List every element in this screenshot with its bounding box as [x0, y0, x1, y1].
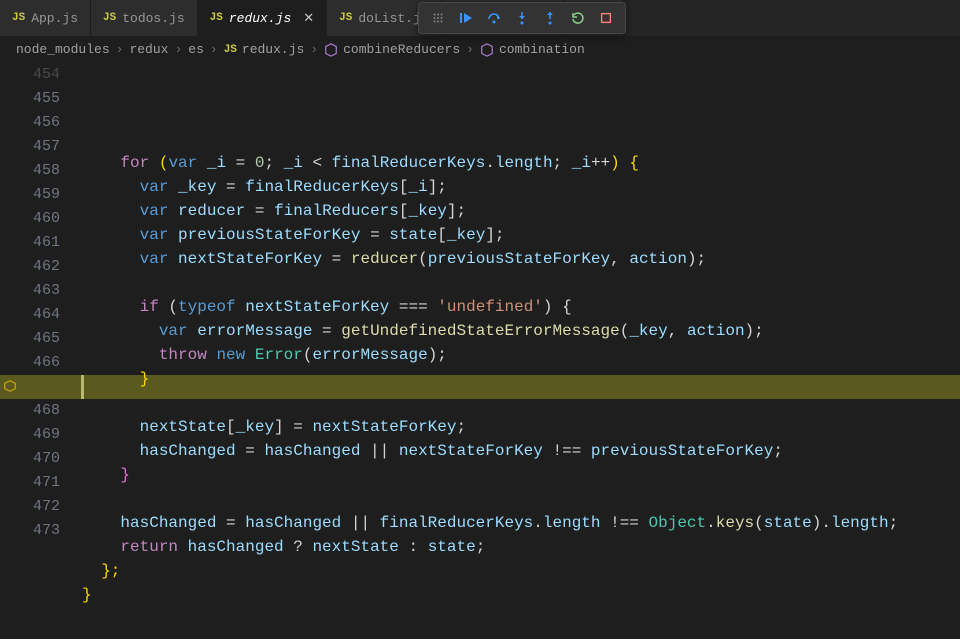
js-file-icon: JS	[12, 12, 25, 24]
debug-step-over-button[interactable]	[481, 5, 507, 31]
breadcrumb-label: node_modules	[16, 42, 110, 57]
line-number: 471	[0, 471, 60, 495]
code-line[interactable]	[82, 271, 960, 295]
tab-label: redux.js	[229, 11, 291, 26]
line-number: 460	[0, 207, 60, 231]
line-number: 469	[0, 423, 60, 447]
code-line[interactable]: var reducer = finalReducers[_key];	[82, 199, 960, 223]
code-line[interactable]: var previousStateForKey = state[_key];	[82, 223, 960, 247]
js-file-icon: JS	[224, 44, 237, 56]
breadcrumb-item[interactable]: combineReducers	[324, 42, 460, 57]
code-line[interactable]: return hasChanged ? nextState : state;	[82, 535, 960, 559]
line-number: 465	[0, 327, 60, 351]
symbol-icon	[480, 43, 494, 57]
line-number: 461	[0, 231, 60, 255]
tab-label: App.js	[31, 11, 78, 26]
tab-redux-js[interactable]: JS redux.js ✕	[198, 0, 328, 36]
breakpoint-icon[interactable]	[4, 380, 16, 392]
line-number: 457	[0, 135, 60, 159]
code-line[interactable]: var nextStateForKey = reducer(previousSt…	[82, 247, 960, 271]
chevron-right-icon: ›	[174, 42, 182, 57]
js-file-icon: JS	[339, 12, 352, 24]
code-editor[interactable]: 454455456457458459460461462463464465466 4…	[0, 63, 960, 554]
breadcrumb-item[interactable]: node_modules	[16, 42, 110, 57]
chevron-right-icon: ›	[116, 42, 124, 57]
js-file-icon: JS	[103, 12, 116, 24]
line-number: 466	[0, 351, 60, 375]
code-line[interactable]: hasChanged = hasChanged || nextStateForK…	[82, 439, 960, 463]
debug-step-out-button[interactable]	[537, 5, 563, 31]
tab-bar: JSApp.jsJStodos.jsJSredux.js✕JSdoList.js…	[0, 0, 960, 36]
line-number: 470	[0, 447, 60, 471]
chevron-right-icon: ›	[466, 42, 474, 57]
breadcrumb-item[interactable]: combination	[480, 42, 585, 57]
code-line[interactable]: }	[82, 367, 960, 391]
code-line[interactable]	[82, 391, 960, 415]
line-number: 473	[0, 519, 60, 543]
close-icon[interactable]: ✕	[303, 11, 314, 26]
breadcrumb-label: redux	[129, 42, 168, 57]
breadcrumb[interactable]: node_modules › redux › es › JS redux.js › combine…	[0, 36, 960, 63]
line-number: 458	[0, 159, 60, 183]
debug-grip-icon[interactable]	[425, 5, 451, 31]
debug-restart-button[interactable]	[565, 5, 591, 31]
code-line[interactable]: throw new Error(errorMessage);	[82, 343, 960, 367]
tab-todos-js[interactable]: JS todos.js	[91, 0, 198, 36]
line-number: 468	[0, 399, 60, 423]
symbol-icon	[324, 43, 338, 57]
code-line[interactable]	[82, 487, 960, 511]
breadcrumb-label: combineReducers	[343, 42, 460, 57]
code-line[interactable]: }	[82, 583, 960, 607]
line-number: 459	[0, 183, 60, 207]
code-line[interactable]	[82, 127, 960, 151]
debug-toolbar	[418, 2, 626, 34]
line-number: 455	[0, 87, 60, 111]
line-number: 472	[0, 495, 60, 519]
breadcrumb-label: combination	[499, 42, 585, 57]
line-number: 454	[0, 63, 60, 87]
code-line[interactable]: };	[82, 559, 960, 583]
debug-continue-button[interactable]	[453, 5, 479, 31]
breadcrumb-label: es	[188, 42, 204, 57]
code-line[interactable]: for (var _i = 0; _i < finalReducerKeys.l…	[82, 151, 960, 175]
breadcrumb-item[interactable]: redux	[129, 42, 168, 57]
chevron-right-icon: ›	[310, 42, 318, 57]
line-number: 463	[0, 279, 60, 303]
debug-stop-button[interactable]	[593, 5, 619, 31]
code-line[interactable]: var _key = finalReducerKeys[_i];	[82, 175, 960, 199]
code-line[interactable]: nextState[_key] = nextStateForKey;	[82, 415, 960, 439]
code-line[interactable]: }	[82, 463, 960, 487]
code-line[interactable]: var errorMessage = getUndefinedStateErro…	[82, 319, 960, 343]
line-number-gutter: 454455456457458459460461462463464465466 4…	[0, 63, 82, 554]
tab-label: todos.js	[122, 11, 184, 26]
chevron-right-icon: ›	[210, 42, 218, 57]
js-file-icon: JS	[210, 12, 223, 24]
code-area[interactable]: for (var _i = 0; _i < finalReducerKeys.l…	[82, 63, 960, 554]
debug-step-into-button[interactable]	[509, 5, 535, 31]
tab-app-js[interactable]: JS App.js	[0, 0, 91, 36]
breadcrumb-label: redux.js	[242, 42, 304, 57]
line-number: 464	[0, 303, 60, 327]
line-number: 456	[0, 111, 60, 135]
line-number: 462	[0, 255, 60, 279]
code-line[interactable]: if (typeof nextStateForKey === 'undefine…	[82, 295, 960, 319]
code-line[interactable]: hasChanged = hasChanged || finalReducerK…	[82, 511, 960, 535]
breadcrumb-item[interactable]: es	[188, 42, 204, 57]
breadcrumb-item[interactable]: JS redux.js	[224, 42, 305, 57]
